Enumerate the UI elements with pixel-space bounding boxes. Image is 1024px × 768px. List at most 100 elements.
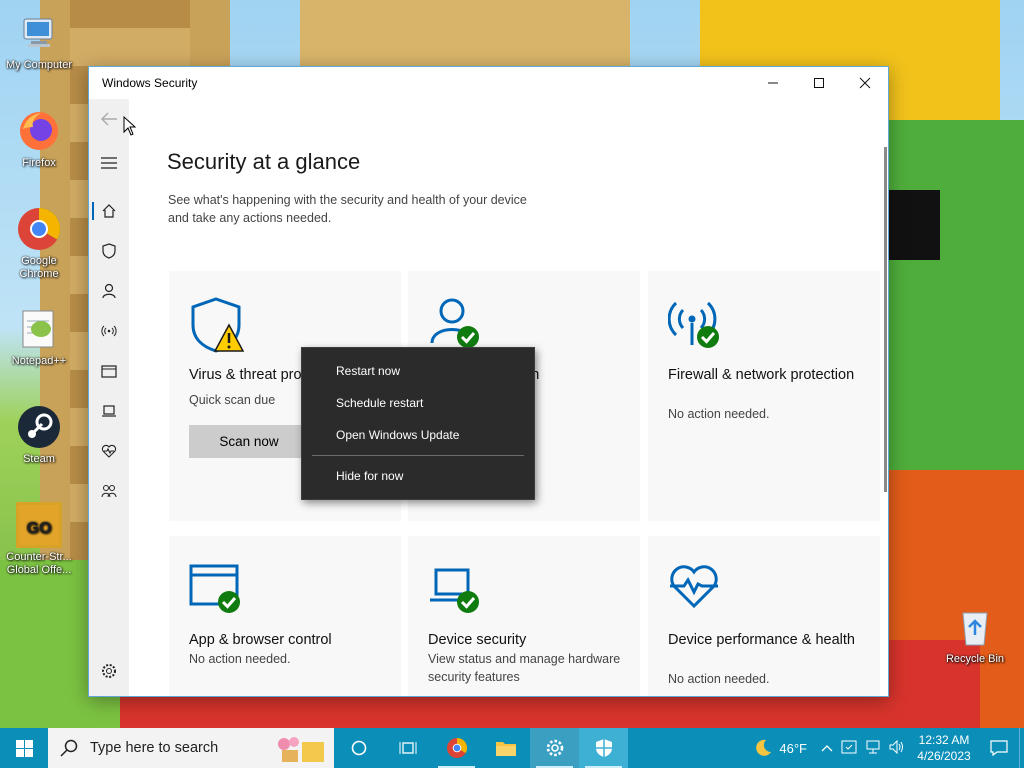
nav-virus-protection[interactable] [89,233,129,269]
menu-item-open-windows-update[interactable]: Open Windows Update [303,421,533,449]
clock-date: 4/26/2023 [917,749,971,763]
mouse-cursor-icon [123,116,137,136]
person-check-icon [430,298,479,348]
weather-widget[interactable]: 46°F [753,738,807,758]
maximize-button[interactable] [796,67,842,99]
taskbar: Type here to search 46°F 12:32 AM 4/26/2… [0,728,1024,768]
steam-icon [16,404,62,450]
desktop-icon-label: Firefox [22,157,56,169]
person-icon [102,283,116,299]
taskbar-search-box[interactable]: Type here to search [48,728,334,768]
nav-firewall[interactable] [89,313,129,349]
browser-icon [101,365,117,378]
nav-settings[interactable] [89,653,129,689]
close-button[interactable] [842,67,888,99]
network-icon[interactable] [861,740,885,757]
shield-icon [595,739,612,757]
notepadpp-icon [16,306,62,352]
chevron-up-icon[interactable] [817,741,837,755]
minimize-button[interactable] [750,67,796,99]
windows-logo-icon [15,739,33,757]
notification-icon [990,740,1008,756]
tile-device-performance-health[interactable]: Device performance & health No action ne… [648,536,880,696]
tile-status: No action needed. [668,672,770,686]
tile-name: Device performance & health [668,632,855,648]
desktop-icon-my-computer[interactable]: My Computer [1,10,77,72]
nav-home[interactable] [89,193,129,229]
menu-item-restart-now[interactable]: Restart now [303,357,533,385]
volume-icon[interactable] [885,739,909,757]
desktop-icon-csgo[interactable]: GO Counter-Str... Global Offe... [1,502,77,577]
menu-button[interactable] [89,145,129,181]
weather-temp: 46°F [779,740,807,756]
antenna-check-icon [668,301,719,348]
desktop-icon-notepadpp[interactable]: Notepad++ [1,306,77,368]
settings-icon [102,664,116,678]
desktop-icon-chrome[interactable]: Google Chrome [1,206,77,281]
tile-app-browser-control[interactable]: App & browser control No action needed. [169,536,401,696]
taskbar-cortana[interactable] [334,728,383,768]
folder-icon [495,742,516,756]
show-desktop-button[interactable] [1019,728,1024,768]
back-icon [101,112,117,126]
tile-name: App & browser control [189,632,332,648]
taskbar-file-explorer[interactable] [481,728,530,768]
system-tray: 46°F 12:32 AM 4/26/2023 [753,728,1024,768]
desktop-icon-label: My Computer [5,59,73,71]
recycle-bin-icon [952,604,998,650]
desktop-icon-label: Recycle Bin [945,653,1005,665]
home-icon [102,204,116,218]
cortana-icon [351,740,366,756]
tile-status: View status and manage hardware security… [428,652,621,684]
menu-item-hide-for-now[interactable]: Hide for now [303,462,533,490]
clock-time: 12:32 AM [918,733,970,747]
tile-name: Firewall & network protection [668,367,855,383]
context-menu: Restart now Schedule restart Open Window… [301,347,535,500]
search-highlight-icon [278,737,324,762]
search-placeholder: Type here to search [90,740,219,756]
nav-account-protection[interactable] [89,273,129,309]
menu-item-schedule-restart[interactable]: Schedule restart [303,389,533,417]
laptop-check-icon [430,568,479,613]
titlebar[interactable]: Windows Security [89,67,888,99]
desktop-icon-label: Google Chrome [19,255,59,280]
taskbar-windows-security[interactable] [579,728,628,768]
tile-status: No action needed. [668,407,770,421]
scan-now-button[interactable]: Scan now [189,425,309,458]
menu-separator [312,455,524,456]
nav-app-browser[interactable] [89,353,129,389]
hamburger-icon [101,157,117,169]
chrome-icon [446,737,467,759]
desktop-icon-label: Counter-Str... Global Offe... [6,551,72,576]
scrollbar[interactable] [884,147,887,492]
nav-device-health[interactable] [89,433,129,469]
search-icon [60,739,78,757]
settings-icon [546,739,563,757]
desktop-icon-firefox[interactable]: Firefox [1,108,77,170]
notifications-button[interactable] [979,740,1019,756]
moon-icon [756,739,772,756]
nav-rail [89,99,129,696]
desktop-icon-label: Steam [23,453,55,465]
close-icon [859,77,871,89]
desktop-icon-recycle-bin[interactable]: Recycle Bin [937,604,1013,666]
browser-check-icon [189,564,240,613]
heart-pulse-icon [670,565,718,609]
nav-family-options[interactable] [89,473,129,509]
taskbar-settings[interactable] [530,728,579,768]
security-tray-icon[interactable] [837,740,861,757]
tile-device-security[interactable]: Device security View status and manage h… [408,536,640,696]
minimize-icon [768,82,778,84]
heart-icon [101,444,117,458]
desktop-icon-steam[interactable]: Steam [1,404,77,466]
family-icon [101,485,117,498]
nav-device-security[interactable] [89,393,129,429]
firefox-icon [16,108,62,154]
start-button[interactable] [0,728,48,768]
taskbar-task-view[interactable] [383,728,432,768]
tile-status: No action needed. [189,652,291,666]
laptop-icon [102,405,116,417]
taskbar-chrome[interactable] [432,728,481,768]
tile-firewall-network-protection[interactable]: Firewall & network protection No action … [648,271,880,521]
clock[interactable]: 12:32 AM 4/26/2023 [909,732,979,764]
